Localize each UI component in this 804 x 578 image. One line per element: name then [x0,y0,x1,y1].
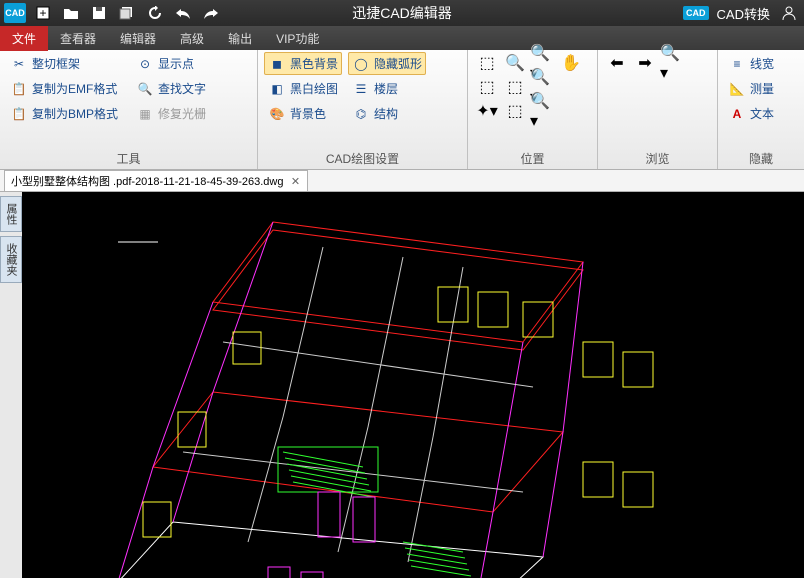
cad-convert-label[interactable]: CAD转换 [717,4,770,23]
text-button[interactable]: A文本 [724,102,798,125]
bg-icon: ◼ [268,56,286,72]
pos-btn-9[interactable]: ⬚ [502,100,528,122]
ribbon-group-browse-label: 浏览 [604,148,711,169]
menu-output[interactable]: 输出 [216,26,264,51]
line-icon: ≡ [728,56,746,72]
workspace: 属性 收藏夹 [0,192,804,578]
zoom-in-button[interactable]: 🔍 [502,52,528,74]
svg-text:+: + [39,6,46,20]
nav-back-button[interactable]: ⬅ [604,52,630,74]
pos-btn-8[interactable]: ✦▾ [474,100,500,122]
bw-drawing-button[interactable]: ◧黑白绘图 [264,77,342,100]
bmp-icon: 📋 [10,106,28,122]
pos-btn-5[interactable]: ⬚ [474,76,500,98]
menu-advanced[interactable]: 高级 [168,26,216,51]
close-tab-icon[interactable]: ✕ [289,175,301,187]
side-tab-properties[interactable]: 属性 [0,196,22,232]
new-file-icon[interactable]: + [32,3,54,23]
floor-button[interactable]: ☰楼层 [348,77,426,100]
bw-icon: ◧ [268,81,286,97]
open-folder-icon[interactable] [60,3,82,23]
app-logo-icon: CAD [4,3,26,23]
ruler-icon: 📐 [728,81,746,97]
black-bg-button[interactable]: ◼黑色背景 [264,52,342,75]
arc-icon: ◯ [352,56,370,72]
redo-icon[interactable] [200,3,222,23]
floor-icon: ☰ [352,81,370,97]
side-panel-tabs: 属性 收藏夹 [0,192,22,578]
emf-icon: 📋 [10,81,28,97]
side-tab-favorites[interactable]: 收藏夹 [0,236,22,283]
copy-bmp-button[interactable]: 📋复制为BMP格式 [6,102,122,125]
undo-icon[interactable] [172,3,194,23]
menu-file[interactable]: 文件 [0,26,48,51]
document-tab[interactable]: 小型别墅整体结构图 .pdf-2018-11-21-18-45-39-263.d… [4,170,308,191]
document-tab-strip: 小型别墅整体结构图 .pdf-2018-11-21-18-45-39-263.d… [0,170,804,192]
hide-arc-button[interactable]: ◯隐藏弧形 [348,52,426,75]
lineweight-button[interactable]: ≡线宽 [724,52,798,75]
zoom-dropdown-3[interactable]: 🔍▾ [530,100,556,122]
bg-color-button[interactable]: 🎨背景色 [264,102,342,125]
structure-icon: ⌬ [352,106,370,122]
refresh-icon[interactable] [144,3,166,23]
pos-btn-6[interactable]: ⬚ [502,76,528,98]
search-icon: 🔍 [136,81,154,97]
document-tab-label: 小型别墅整体结构图 .pdf-2018-11-21-18-45-39-263.d… [11,173,283,189]
palette-icon: 🎨 [268,106,286,122]
text-icon: A [728,106,746,122]
pan-button[interactable]: ✋ [558,52,584,74]
nav-fwd-button[interactable]: ➡ [632,52,658,74]
cad-convert-icon[interactable]: CAD [683,6,709,20]
find-text-button[interactable]: 🔍查找文字 [132,77,210,100]
title-bar: CAD + 迅捷CAD编辑器 CAD CAD转换 [0,0,804,26]
copy-emf-button[interactable]: 📋复制为EMF格式 [6,77,122,100]
structure-button[interactable]: ⌬结构 [348,102,426,125]
ribbon-group-position-label: 位置 [474,148,591,169]
user-icon[interactable] [778,3,800,23]
points-icon: ⊙ [136,56,154,72]
save-all-icon[interactable] [116,3,138,23]
fix-raster-button: ▦修复光栅 [132,102,210,125]
nav-dropdown[interactable]: 🔍▾ [660,52,686,74]
app-title: 迅捷CAD编辑器 [352,3,452,23]
ribbon-group-hide-label: 隐藏 [724,148,798,169]
menu-viewer[interactable]: 查看器 [48,26,108,51]
menu-vip[interactable]: VIP功能 [264,26,331,51]
ribbon-group-cad-label: CAD绘图设置 [264,148,461,169]
drawing-canvas[interactable] [22,192,804,578]
menu-editor[interactable]: 编辑器 [108,26,168,51]
save-icon[interactable] [88,3,110,23]
ribbon: ✂整切框架 📋复制为EMF格式 📋复制为BMP格式 ⊙显示点 🔍查找文字 ▦修复… [0,50,804,170]
pos-btn-1[interactable]: ⬚ [474,52,500,74]
cut-frame-button[interactable]: ✂整切框架 [6,52,122,75]
raster-icon: ▦ [136,106,154,122]
measure-button[interactable]: 📐测量 [724,77,798,100]
cut-icon: ✂ [10,56,28,72]
ribbon-group-tools-label: 工具 [6,148,251,169]
show-points-button[interactable]: ⊙显示点 [132,52,210,75]
